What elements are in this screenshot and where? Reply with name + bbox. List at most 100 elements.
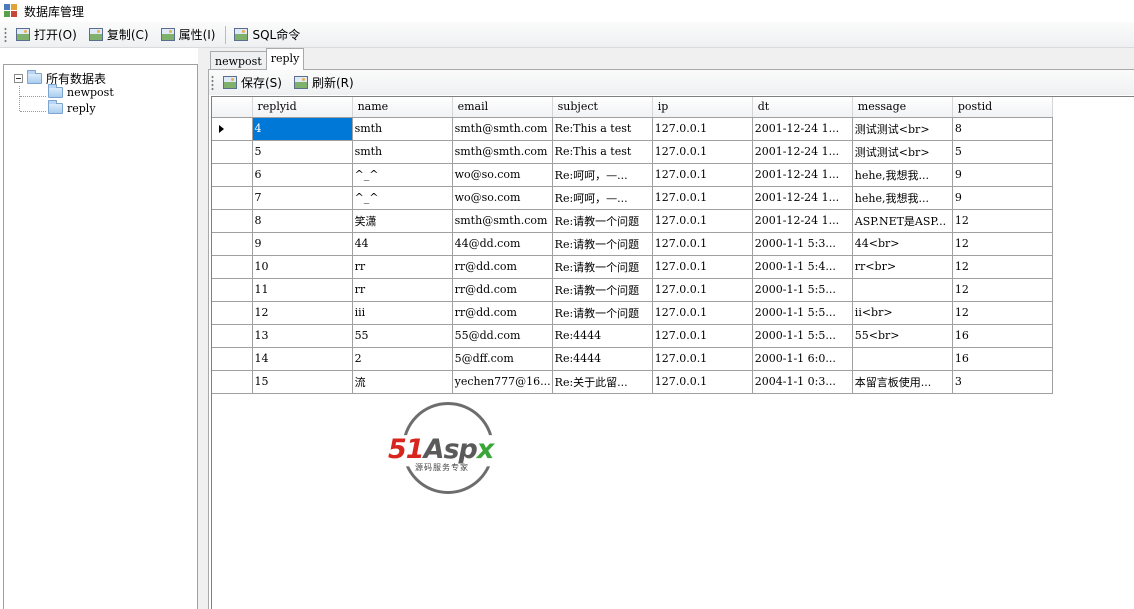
row-header[interactable]	[212, 347, 253, 371]
grid-cell-ip[interactable]: 127.0.0.1	[652, 255, 753, 279]
grid-cell-replyid[interactable]: 11	[252, 278, 353, 302]
grid-cell-email[interactable]: 5@dff.com	[452, 347, 553, 371]
table-row[interactable]: 12 iii rr@dd.com Re:请教一个问题 127.0.0.1 2000-1-1…	[212, 301, 1054, 325]
grid-cell-subject[interactable]: Re:请教一个问题	[552, 209, 653, 233]
column-header[interactable]: postid	[952, 97, 1054, 118]
grid-cell-ip[interactable]: 127.0.0.1	[652, 117, 753, 141]
grid-cell-postid[interactable]: 12	[952, 255, 1054, 279]
tree-item-reply[interactable]: reply	[48, 99, 96, 115]
grid-cell-name[interactable]: smth	[352, 140, 453, 164]
grid-cell-email[interactable]: rr@dd.com	[452, 301, 553, 325]
grid-cell-ip[interactable]: 127.0.0.1	[652, 370, 753, 394]
grid-cell-name[interactable]: ^_^	[352, 163, 453, 187]
grid-cell-dt[interactable]: 2000-1-1 5:4...	[752, 255, 853, 279]
grid-cell-replyid[interactable]: 13	[252, 324, 353, 348]
grid-cell-postid[interactable]: 16	[952, 347, 1054, 371]
grid-cell-name[interactable]: rr	[352, 278, 453, 302]
sql-command-button[interactable]: SQL命令	[230, 25, 304, 45]
grid-cell-ip[interactable]: 127.0.0.1	[652, 140, 753, 164]
grid-cell-message[interactable]: 55<br>	[852, 324, 953, 348]
grid-cell-name[interactable]: 2	[352, 347, 453, 371]
grid-cell-subject[interactable]: Re:4444	[552, 324, 653, 348]
column-header[interactable]: subject	[552, 97, 653, 118]
grid-cell-dt[interactable]: 2001-12-24 1...	[752, 186, 853, 210]
grid-cell-postid[interactable]: 12	[952, 209, 1054, 233]
table-row[interactable]: 10 rr rr@dd.com Re:请教一个问题 127.0.0.1 2000-1-1 …	[212, 255, 1054, 279]
row-header[interactable]	[212, 140, 253, 164]
grid-cell-postid[interactable]: 16	[952, 324, 1054, 348]
grid-cell-dt[interactable]: 2001-12-24 1...	[752, 140, 853, 164]
grid-cell-dt[interactable]: 2004-1-1 0:3...	[752, 370, 853, 394]
grid-cell-name[interactable]: smth	[352, 117, 453, 141]
grid-corner[interactable]	[212, 97, 253, 118]
column-header[interactable]: ip	[652, 97, 753, 118]
grid-cell-message[interactable]: hehe,我想我...	[852, 186, 953, 210]
tree-item-newpost[interactable]: newpost	[48, 83, 114, 99]
grid-cell-message[interactable]: 44<br>	[852, 232, 953, 256]
grid-cell-dt[interactable]: 2000-1-1 5:5...	[752, 301, 853, 325]
grid-cell-replyid[interactable]: 7	[252, 186, 353, 210]
grid-cell-subject[interactable]: Re:请教一个问题	[552, 301, 653, 325]
row-header[interactable]	[212, 209, 253, 233]
grid-cell-replyid[interactable]: 14	[252, 347, 353, 371]
column-header[interactable]: email	[452, 97, 553, 118]
row-header[interactable]	[212, 255, 253, 279]
grid-cell-message[interactable]: 本留言板使用...	[852, 370, 953, 394]
grid-cell-name[interactable]: rr	[352, 255, 453, 279]
grid-cell-subject[interactable]: Re:关于此留...	[552, 370, 653, 394]
grid-cell-postid[interactable]: 9	[952, 163, 1054, 187]
open-button[interactable]: 打开(O)	[12, 25, 81, 45]
row-header-current[interactable]	[212, 117, 253, 141]
tab-newpost[interactable]: newpost	[210, 51, 267, 70]
grid-cell-ip[interactable]: 127.0.0.1	[652, 186, 753, 210]
grid-cell-name[interactable]: 流	[352, 370, 453, 394]
grid-cell-message[interactable]: 测试测试<br>	[852, 140, 953, 164]
toolbar-grip[interactable]	[4, 26, 7, 43]
grid-cell-email[interactable]: wo@so.com	[452, 163, 553, 187]
grid-cell-message[interactable]: 测试测试<br>	[852, 117, 953, 141]
table-row[interactable]: 6 ^_^ wo@so.com Re:呵呵，—... 127.0.0.1 2001-12-…	[212, 163, 1054, 187]
grid-cell-ip[interactable]: 127.0.0.1	[652, 278, 753, 302]
refresh-button[interactable]: 刷新(R)	[290, 73, 358, 93]
row-header[interactable]	[212, 163, 253, 187]
grid-cell-message[interactable]	[852, 278, 953, 302]
row-header[interactable]	[212, 370, 253, 394]
tree-root-all-tables[interactable]: 所有数据表	[14, 69, 106, 86]
row-header[interactable]	[212, 278, 253, 302]
grid-cell-email[interactable]: 44@dd.com	[452, 232, 553, 256]
grid-cell-name[interactable]: 44	[352, 232, 453, 256]
grid-cell-subject[interactable]: Re:This a test	[552, 140, 653, 164]
tab-reply[interactable]: reply	[265, 48, 305, 70]
column-header[interactable]: message	[852, 97, 953, 118]
grid-cell-ip[interactable]: 127.0.0.1	[652, 163, 753, 187]
grid-cell-dt[interactable]: 2001-12-24 1...	[752, 117, 853, 141]
grid-cell-replyid[interactable]: 10	[252, 255, 353, 279]
grid-cell-subject[interactable]: Re:请教一个问题	[552, 232, 653, 256]
grid-cell-replyid[interactable]: 9	[252, 232, 353, 256]
column-header[interactable]: name	[352, 97, 453, 118]
row-header[interactable]	[212, 232, 253, 256]
grid-cell-postid[interactable]: 3	[952, 370, 1054, 394]
table-row[interactable]: 13 55 55@dd.com Re:4444 127.0.0.1 2000-1-1 5:…	[212, 324, 1054, 348]
save-button[interactable]: 保存(S)	[219, 73, 286, 93]
grid-cell-replyid[interactable]: 15	[252, 370, 353, 394]
grid-cell-message[interactable]	[852, 347, 953, 371]
table-row[interactable]: 14 2 5@dff.com Re:4444 127.0.0.1 2000-1-1 6:0…	[212, 347, 1054, 371]
grid-cell-replyid[interactable]: 5	[252, 140, 353, 164]
grid-cell-email[interactable]: rr@dd.com	[452, 278, 553, 302]
grid-cell-dt[interactable]: 2000-1-1 5:5...	[752, 278, 853, 302]
grid-cell-email[interactable]: 55@dd.com	[452, 324, 553, 348]
grid-cell-postid[interactable]: 5	[952, 140, 1054, 164]
table-row[interactable]: 9 44 44@dd.com Re:请教一个问题 127.0.0.1 2000-1-1 5…	[212, 232, 1054, 256]
table-row[interactable]: 5 smth smth@smth.com Re:This a test 127.0.0.…	[212, 140, 1054, 164]
grid-cell-name[interactable]: iii	[352, 301, 453, 325]
column-header[interactable]: dt	[752, 97, 853, 118]
table-row[interactable]: 8 笑潇 smth@smth.com Re:请教一个问题 127.0.0.1 2001-1…	[212, 209, 1054, 233]
grid-cell-subject[interactable]: Re:呵呵，—...	[552, 186, 653, 210]
table-row[interactable]: 4 smth smth@smth.com Re:This a test 127.0.0.…	[212, 117, 1054, 141]
grid-cell-subject[interactable]: Re:呵呵，—...	[552, 163, 653, 187]
grid-cell-email[interactable]: smth@smth.com	[452, 117, 553, 141]
collapse-icon[interactable]	[14, 73, 23, 83]
grid-cell-postid[interactable]: 12	[952, 232, 1054, 256]
grid-cell-email[interactable]: smth@smth.com	[452, 140, 553, 164]
